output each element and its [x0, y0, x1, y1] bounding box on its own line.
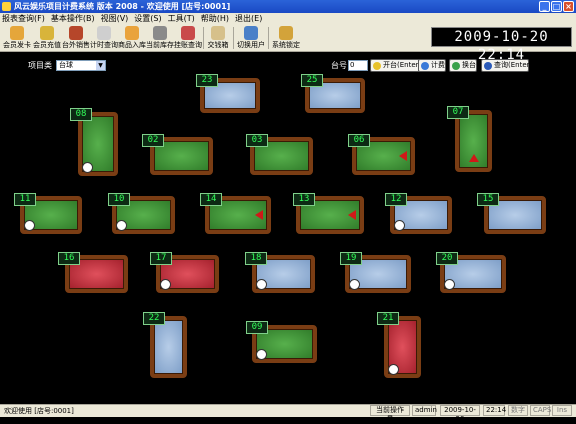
numlock-indicator: 数字 — [508, 405, 528, 416]
table-number-badge: 19 — [340, 252, 362, 265]
status-bar: 欢迎使用 [店号:0001] 当前操作员 admin 2009-10-20 22… — [0, 404, 576, 423]
clock-icon — [256, 349, 267, 360]
clock-icon — [82, 162, 93, 173]
operator-label: 当前操作员 — [370, 405, 410, 423]
table-number-badge: 06 — [348, 134, 370, 147]
credit-query-button[interactable]: 挂账查询 — [174, 25, 202, 51]
system-lock-button[interactable]: 系统锁定 — [271, 25, 301, 51]
house-icon — [125, 26, 139, 40]
table-number-badge: 18 — [245, 252, 267, 265]
outside-sale-button[interactable]: 台外销售 — [62, 25, 90, 51]
table-number-badge: 23 — [196, 74, 218, 87]
table-number-badge: 02 — [142, 134, 164, 147]
sale-icon — [69, 26, 83, 40]
arrow-left-icon — [399, 151, 407, 161]
table-number-badge: 08 — [70, 108, 92, 121]
menu-tools[interactable]: 工具(T) — [168, 13, 195, 24]
table-number-input[interactable]: 0 — [348, 60, 368, 71]
table-number-badge: 11 — [14, 193, 36, 206]
menu-exit[interactable]: 退出(E) — [235, 13, 262, 24]
operator-name: admin — [412, 405, 437, 416]
transfer-icon — [452, 62, 460, 70]
table-number-badge: 25 — [301, 74, 323, 87]
current-stock-button[interactable]: 当前库存 — [146, 25, 174, 51]
table-number-badge: 09 — [246, 321, 268, 334]
clock-icon — [97, 26, 111, 40]
cashbox-icon — [211, 26, 225, 40]
table-number-badge: 17 — [150, 252, 172, 265]
table-number-badge: 03 — [246, 134, 268, 147]
table-number-badge: 16 — [58, 252, 80, 265]
user-icon — [244, 26, 258, 40]
menu-settings[interactable]: 设置(S) — [134, 13, 161, 24]
toolbar-separator — [268, 27, 269, 49]
stock-in-button[interactable]: 商品入库 — [118, 25, 146, 51]
table-number-badge: 14 — [200, 193, 222, 206]
caps-indicator: CAPS — [530, 405, 551, 416]
member-recharge-button[interactable]: 会员充值 — [32, 25, 62, 51]
insert-indicator: Ins — [552, 405, 572, 416]
menu-report[interactable]: 报表查询(F) — [2, 13, 45, 24]
window-title: 风云娱乐项目计费系统 版本 2008 - 欢迎使用 [店号:0001] — [14, 2, 231, 11]
clock-icon — [388, 364, 399, 375]
menu-bar: 报表查询(F) 基本操作(B) 视图(V) 设置(S) 工具(T) 帮助(H) … — [0, 13, 576, 24]
billing-button[interactable]: 计费 — [418, 59, 446, 72]
table-number-label: 台号 — [331, 61, 347, 70]
maximize-icon[interactable]: □ — [551, 1, 562, 12]
arrow-left-icon — [255, 210, 263, 220]
bulb-icon — [373, 62, 381, 70]
title-bar: 风云娱乐项目计费系统 版本 2008 - 欢迎使用 [店号:0001] _ □ … — [0, 0, 576, 13]
close-icon[interactable]: × — [563, 1, 574, 12]
app-icon — [2, 2, 11, 11]
arrow-up-icon — [468, 154, 479, 162]
clock-icon — [394, 220, 405, 231]
toolbar-separator — [203, 27, 204, 49]
category-label: 项目类 — [28, 61, 52, 70]
recharge-icon — [40, 26, 54, 40]
status-date: 2009-10-20 — [440, 405, 480, 423]
clock-icon — [24, 220, 35, 231]
table-number-badge: 13 — [293, 193, 315, 206]
clock-icon — [349, 279, 360, 290]
table-number-badge: 10 — [108, 193, 130, 206]
clock-display: 2009-10-20 22:14 — [431, 27, 572, 63]
member-card-button[interactable]: 会员发卡 — [2, 25, 32, 51]
table-number-badge: 22 — [143, 312, 165, 325]
status-welcome: 欢迎使用 [店号:0001] — [4, 407, 74, 415]
clock-icon — [160, 279, 171, 290]
member-card-icon — [10, 26, 24, 40]
toolbar-separator — [233, 27, 234, 49]
chevron-down-icon[interactable]: ▼ — [96, 61, 105, 70]
pool-table[interactable] — [150, 316, 187, 378]
status-time: 22:14 — [483, 405, 506, 416]
timer-icon — [421, 62, 429, 70]
clock-icon — [116, 220, 127, 231]
clock-icon — [444, 279, 455, 290]
minimize-icon[interactable]: _ — [539, 1, 550, 12]
pool-table[interactable] — [455, 110, 492, 172]
table-number-badge: 15 — [477, 193, 499, 206]
transfer-button[interactable]: 换台 — [449, 59, 477, 72]
arrow-left-icon — [348, 210, 356, 220]
table-number-badge: 12 — [385, 193, 407, 206]
search-icon — [181, 26, 195, 40]
cashbox-button[interactable]: 交钱箱 — [206, 25, 230, 51]
table-number-badge: 20 — [436, 252, 458, 265]
menu-basic[interactable]: 基本操作(B) — [51, 13, 95, 24]
switch-user-button[interactable]: 切换用户 — [236, 25, 266, 51]
menu-view[interactable]: 视图(V) — [101, 13, 129, 24]
search-icon — [484, 62, 492, 70]
query-button[interactable]: 查询(Enter) — [481, 59, 532, 72]
magnifier-icon — [153, 26, 167, 40]
table-number-badge: 21 — [377, 312, 399, 325]
table-number-badge: 07 — [447, 106, 469, 119]
lock-icon — [279, 26, 293, 40]
category-select[interactable]: 台球 ▼ — [56, 60, 106, 71]
menu-help[interactable]: 帮助(H) — [201, 13, 229, 24]
clock-icon — [256, 279, 267, 290]
timer-query-button[interactable]: 计时查询 — [90, 25, 118, 51]
